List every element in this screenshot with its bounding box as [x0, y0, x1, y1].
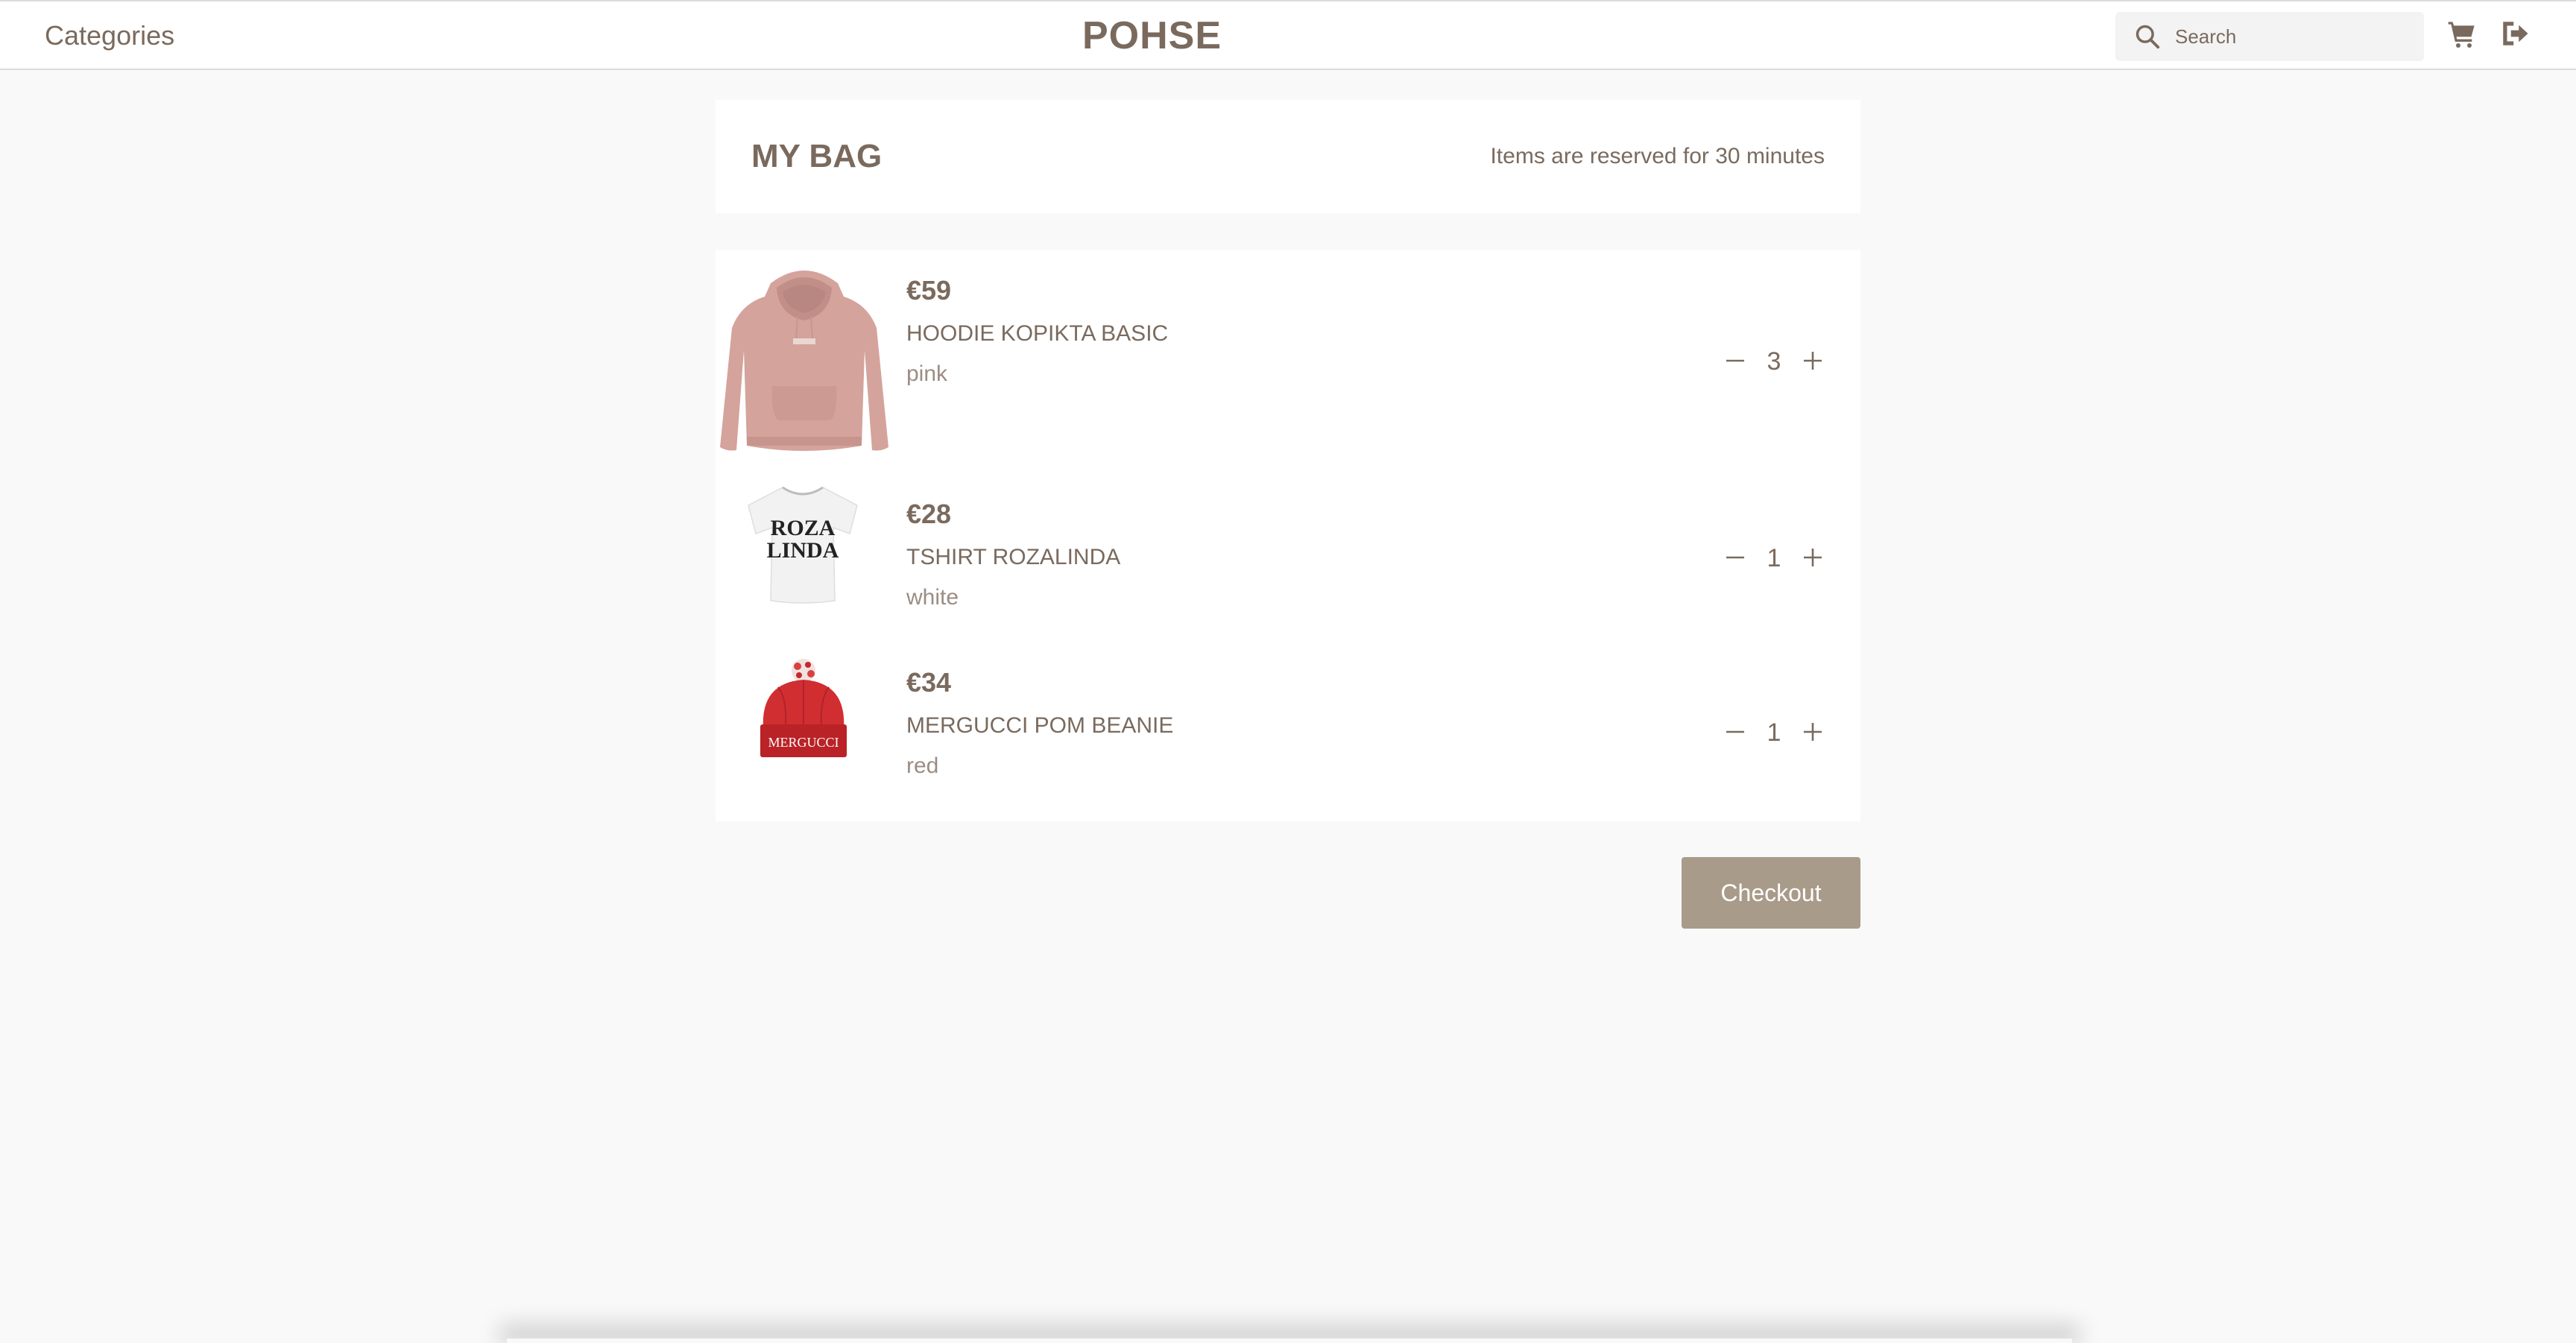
quantity-value: 1	[1767, 544, 1781, 572]
quantity-value: 3	[1767, 347, 1781, 376]
tshirt-print-line2: LINDA	[767, 538, 839, 563]
item-color: red	[906, 753, 939, 778]
decrease-quantity-button[interactable]	[1720, 343, 1750, 380]
hoodie-product-image[interactable]	[719, 261, 890, 452]
beanie-product-image[interactable]: MERGUCCI	[757, 657, 850, 759]
item-price: €28	[906, 499, 952, 529]
beanie-print: MERGUCCI	[768, 735, 839, 750]
search-box[interactable]	[2115, 12, 2424, 61]
quantity-stepper: 3	[1720, 343, 1832, 380]
item-price: €59	[906, 275, 952, 306]
item-color: white	[906, 585, 959, 610]
increase-quantity-button[interactable]	[1798, 343, 1828, 380]
item-price: €34	[906, 667, 952, 698]
page-bottom-shadow	[507, 1339, 2072, 1343]
bag-item: MERGUCCI €34 MERGUCCI POM BEANIE red 1	[716, 639, 1860, 821]
tshirt-print-line1: ROZA	[771, 516, 836, 540]
increase-quantity-button[interactable]	[1798, 714, 1828, 751]
logout-icon[interactable]	[2498, 18, 2531, 49]
quantity-value: 1	[1767, 718, 1781, 747]
search-input[interactable]	[2175, 19, 2414, 54]
checkout-button[interactable]: Checkout	[1682, 857, 1860, 929]
bag-header: MY BAG Items are reserved for 30 minutes	[716, 100, 1860, 213]
decrease-quantity-button[interactable]	[1720, 714, 1750, 751]
decrease-quantity-button[interactable]	[1720, 540, 1750, 577]
tshirt-product-image[interactable]: ROZA LINDA	[745, 483, 860, 604]
categories-link[interactable]: Categories	[45, 18, 174, 54]
brand-logo[interactable]: POHSE	[1082, 12, 1221, 60]
bag-item: ROZA LINDA €28 TSHIRT ROZALINDA white 1	[716, 467, 1860, 639]
cart-icon[interactable]	[2446, 19, 2478, 49]
item-name[interactable]: HOODIE KOPIKTA BASIC	[906, 319, 1168, 349]
minus-icon	[1726, 730, 1744, 733]
item-color: pink	[906, 361, 948, 386]
quantity-stepper: 1	[1720, 714, 1832, 751]
reservation-note: Items are reserved for 30 minutes	[1490, 144, 1825, 168]
top-navbar: Categories POHSE	[0, 0, 2576, 70]
bag-item: €59 HOODIE KOPIKTA BASIC pink 3	[716, 250, 1860, 467]
search-icon	[2135, 25, 2160, 49]
plus-icon	[1804, 351, 1822, 370]
item-name[interactable]: MERGUCCI POM BEANIE	[906, 711, 1173, 741]
quantity-stepper: 1	[1720, 540, 1832, 577]
increase-quantity-button[interactable]	[1798, 540, 1828, 577]
bag-items-list: €59 HOODIE KOPIKTA BASIC pink 3 ROZA LIN…	[716, 250, 1860, 821]
minus-icon	[1726, 359, 1744, 361]
item-name[interactable]: TSHIRT ROZALINDA	[906, 543, 1120, 572]
minus-icon	[1726, 556, 1744, 558]
plus-icon	[1804, 722, 1822, 741]
plus-icon	[1804, 548, 1822, 566]
page-title: MY BAG	[751, 138, 883, 174]
